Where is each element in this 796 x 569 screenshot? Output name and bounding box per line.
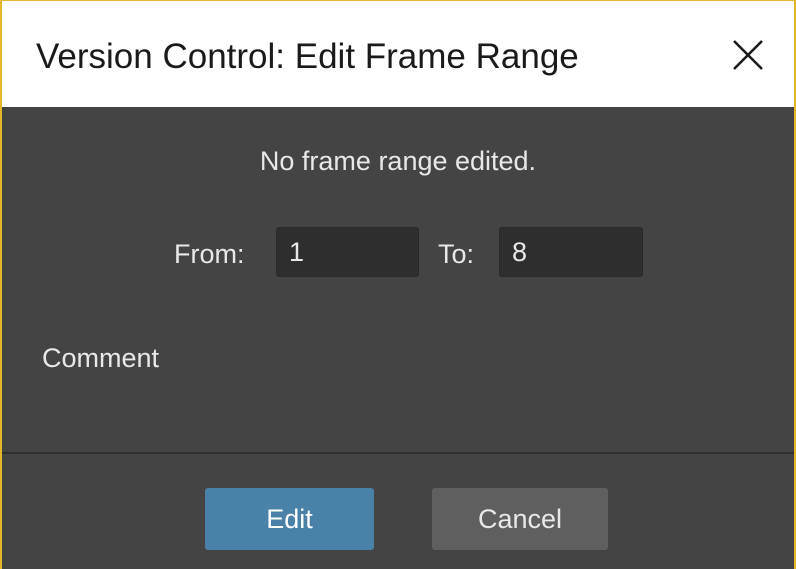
to-label: To: bbox=[438, 239, 475, 269]
dialog-titlebar: Version Control: Edit Frame Range bbox=[2, 1, 794, 107]
dialog-footer: Edit Cancel bbox=[2, 454, 794, 569]
status-message: No frame range edited. bbox=[259, 146, 537, 176]
close-icon bbox=[733, 40, 763, 70]
close-button[interactable] bbox=[724, 31, 772, 79]
to-frame-input[interactable] bbox=[499, 227, 643, 277]
edit-button[interactable]: Edit bbox=[205, 488, 374, 550]
comment-label: Comment bbox=[42, 343, 160, 373]
from-label: From: bbox=[174, 239, 245, 269]
cancel-button[interactable]: Cancel bbox=[432, 488, 608, 550]
edit-frame-range-dialog: Version Control: Edit Frame Range No fra… bbox=[0, 0, 796, 569]
from-frame-input[interactable] bbox=[276, 227, 419, 277]
dialog-content: No frame range edited. From: To: Comment bbox=[2, 107, 794, 452]
dialog-title: Version Control: Edit Frame Range bbox=[36, 37, 579, 76]
